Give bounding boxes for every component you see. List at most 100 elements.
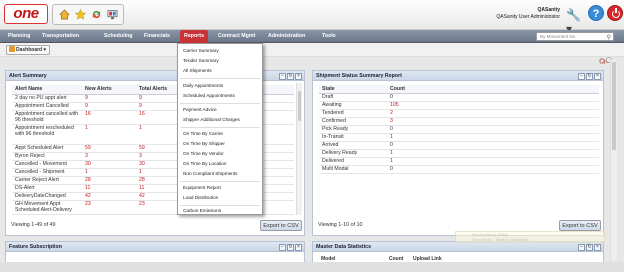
home-icon[interactable] [58,9,70,20]
table-row[interactable]: Delivery Ready 1 [319,149,599,158]
table-row[interactable]: Tendered 2 [319,109,599,118]
alert-name: Appointment rescheduled with 96 threshol… [12,124,82,145]
menu-item-carrier-summary[interactable]: Carrier Summary [183,48,219,53]
menu-item-all-shipments[interactable]: All Shipments [183,68,212,73]
new-alerts[interactable]: 9 [82,94,136,103]
state-count[interactable]: 0 [387,141,599,150]
minimize-icon[interactable]: − [279,243,286,251]
menu-item-on-time-by-carrier[interactable]: On Time By Carrier [183,131,223,136]
menu-item-non-compliant-shipments[interactable]: Non Compliant Shipments [183,171,237,176]
new-alerts[interactable]: 11 [82,184,136,193]
minimize-icon[interactable]: − [578,243,585,251]
alert-name: DS-Alert [12,184,82,193]
star-icon[interactable] [74,9,86,20]
state-count[interactable]: 1 [387,149,599,158]
menu-divider [180,181,260,182]
new-alerts[interactable]: 3 [82,152,136,161]
state-name: Draft [319,93,387,102]
table-row[interactable]: Awaiting 105 [319,101,599,110]
state-count[interactable]: 0 [387,125,599,134]
new-alerts[interactable]: 23 [82,200,136,215]
menu-item-carbon-emissions[interactable]: Carbon Emissions [183,208,221,213]
refresh-icon[interactable]: ↻ [586,72,593,80]
dashboard-button[interactable]: Dashboard ▾ [6,45,51,55]
scrollbar-thumb[interactable] [298,91,301,121]
close-icon[interactable]: × [594,243,601,251]
quick-links [52,4,124,25]
refresh-icon[interactable] [91,9,102,20]
minimize-icon[interactable]: − [578,72,585,80]
table-row[interactable]: Confirmed 3 [319,117,599,126]
nav-reports[interactable]: Reports [180,30,209,43]
menu-item-daily-appointments[interactable]: Daily Appointments [183,83,223,88]
new-alerts[interactable]: 30 [82,160,136,169]
table-row[interactable]: Draft 0 [319,93,599,102]
state-name: Confirmed [319,117,387,126]
menu-item-scheduled-appointments[interactable]: Scheduled Appointments [183,93,235,98]
menu-item-on-time-by-location[interactable]: On Time By Location [183,161,227,166]
search-input[interactable]: By Movement No ⚲ [536,32,614,41]
minimize-icon[interactable]: − [279,72,286,80]
main-nav: Planning Transportation Scheduling Finan… [0,30,624,43]
nav-transportation[interactable]: Transportation [42,30,79,43]
alert-name: DeliveryDateChanged [12,192,82,201]
app-logo[interactable]: one [4,4,48,24]
close-icon[interactable]: × [594,72,601,80]
nav-scheduling[interactable]: Scheduling [104,30,133,43]
power-icon[interactable] [607,5,623,21]
wrench-icon[interactable]: 🔧▾ [566,8,584,36]
state-count[interactable]: 0 [387,165,599,174]
export-csv-button[interactable]: Export to CSV [260,220,302,231]
table-row[interactable]: Arrived 0 [319,141,599,150]
menu-item-tender-summary[interactable]: Tender Summary [183,58,219,63]
menu-item-shipper-additional-charges[interactable]: Shipper Additional Charges [183,117,240,122]
nav-administration[interactable]: Administration [268,30,305,43]
state-count[interactable]: 3 [387,117,599,126]
new-alerts[interactable]: 28 [82,176,136,185]
menu-item-equipment-report[interactable]: Equipment Report [183,185,221,190]
column-header[interactable]: Alert Name [12,85,82,95]
search-icon[interactable]: ⚲ [607,34,611,42]
new-alerts[interactable]: 1 [82,168,136,177]
table-row[interactable]: In-Transit 1 [319,133,599,142]
refresh-icon[interactable]: ↻ [287,72,294,80]
alert-table-scrollbar[interactable] [296,83,302,215]
state-count[interactable]: 1 [387,157,599,166]
column-header[interactable]: Count [387,85,599,94]
nav-contract-mgmt[interactable]: Contract Mgmt [218,30,255,43]
table-row[interactable]: Pick Ready 0 [319,125,599,134]
alert-name: Appointment cancelled with 96 threshold [12,110,82,125]
close-icon[interactable]: × [295,243,302,251]
menu-item-on-time-by-shipper[interactable]: On Time By Shipper [183,141,225,146]
refresh-icon[interactable]: ↻ [287,243,294,251]
nav-tools[interactable]: Tools [322,30,336,43]
new-alerts[interactable]: 59 [82,144,136,153]
state-count[interactable]: 0 [387,93,599,102]
table-row[interactable]: Multi Modal 0 [319,165,599,174]
column-header[interactable]: New Alerts [82,85,136,95]
scrollbar-thumb[interactable] [612,62,616,150]
state-count[interactable]: 2 [387,109,599,118]
column-header[interactable]: State [319,85,387,94]
menu-item-payment-advice[interactable]: Payment Advice [183,107,217,112]
export-csv-button[interactable]: Export to CSV [559,220,601,231]
page-scrollbar[interactable] [610,60,617,260]
new-alerts[interactable]: 1 [82,124,136,145]
nav-planning[interactable]: Planning [8,30,30,43]
notification-toast[interactable]: Recent Alerts (1684) One Genie... (faded … [455,231,605,243]
refresh-icon[interactable]: ↻ [586,243,593,251]
help-icon[interactable]: ? [588,5,604,21]
new-alerts[interactable]: 42 [82,192,136,201]
close-icon[interactable]: × [295,72,302,80]
menu-divider [180,205,260,206]
table-row[interactable]: Delivered 1 [319,157,599,166]
menu-item-load-distribution[interactable]: Load Distribution [183,195,218,200]
state-count[interactable]: 1 [387,133,599,142]
menu-item-on-time-by-vendor[interactable]: On Time By Vendor [183,151,224,156]
new-alerts[interactable]: 9 [82,102,136,111]
nav-financials[interactable]: Financials [144,30,170,43]
reports-menu: Carrier Summary Tender Summary All Shipm… [177,43,263,215]
monitor-icon[interactable] [107,9,118,20]
state-count[interactable]: 105 [387,101,599,110]
new-alerts[interactable]: 16 [82,110,136,125]
